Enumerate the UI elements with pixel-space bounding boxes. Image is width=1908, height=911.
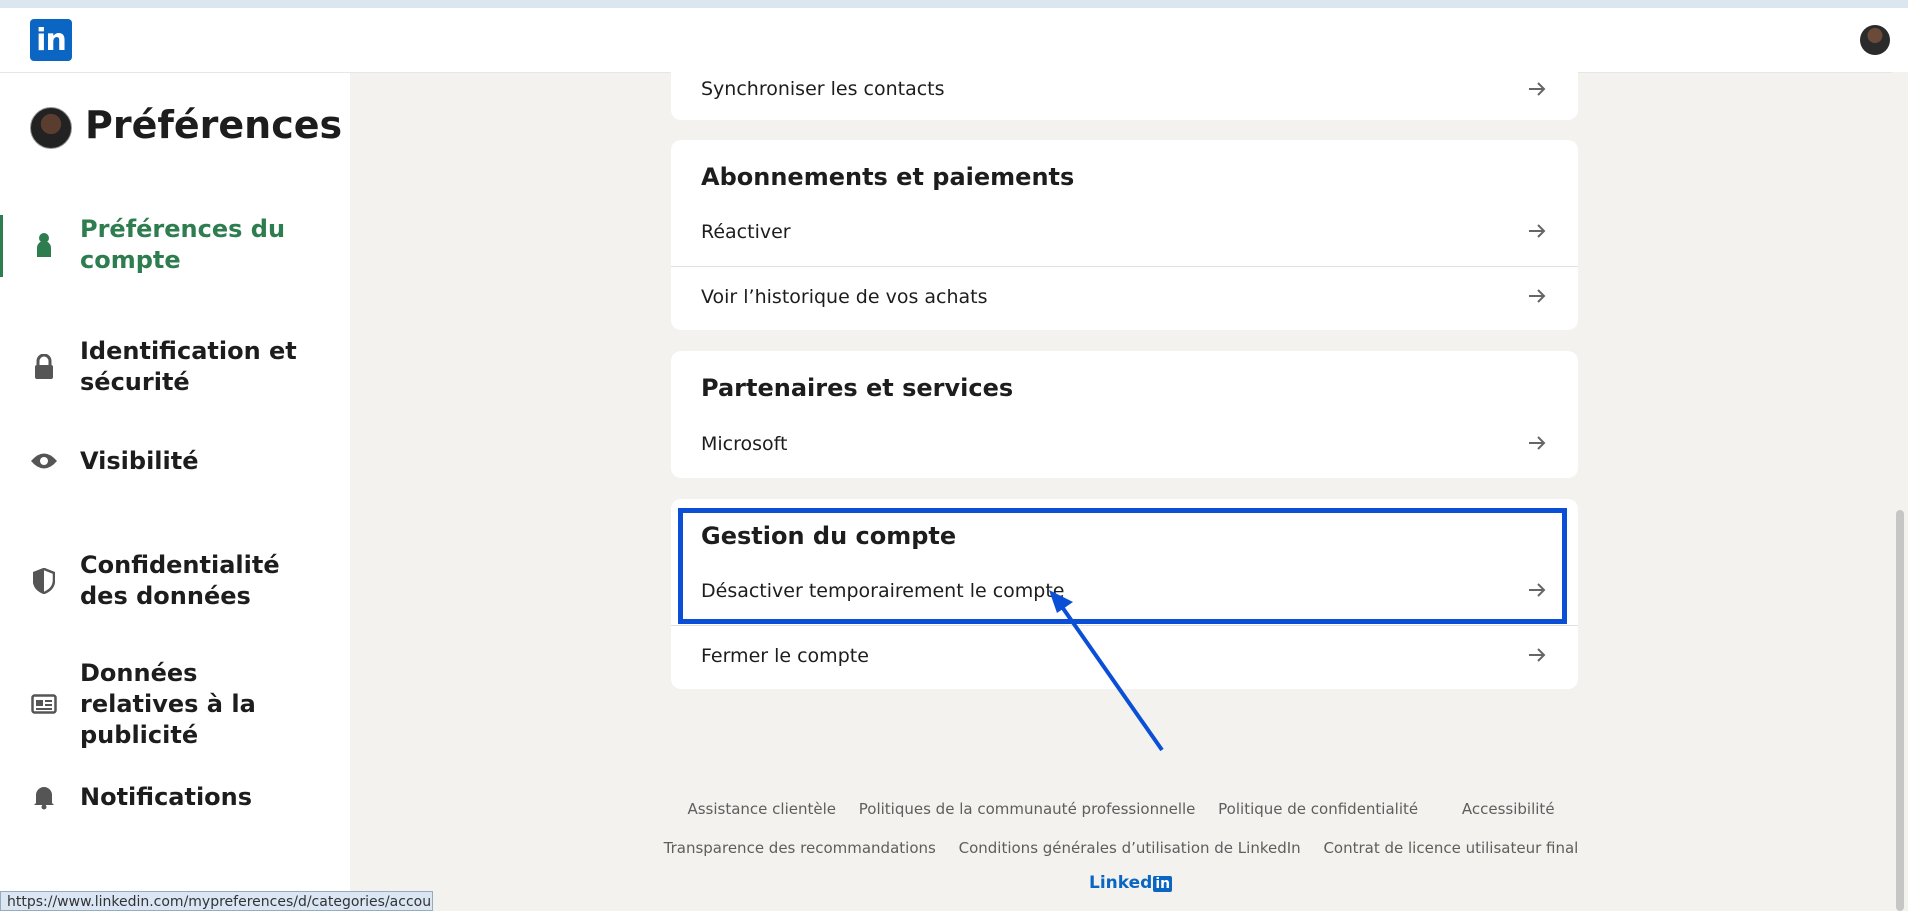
footer-link[interactable]: Transparence des recommandations	[664, 839, 936, 857]
person-icon	[30, 231, 58, 259]
avatar[interactable]	[1860, 25, 1890, 55]
eye-icon	[30, 447, 58, 475]
sidebar-avatar	[30, 107, 72, 149]
sidebar-item-data-privacy[interactable]: Confidentialité des données	[0, 545, 350, 617]
arrow-right-icon	[1529, 648, 1546, 662]
shield-icon	[30, 567, 58, 595]
section-title: Partenaires et services	[701, 374, 1014, 402]
sidebar-item-label: Notifications	[80, 782, 253, 811]
row-sync-contacts[interactable]: Synchroniser les contacts	[671, 60, 1578, 120]
newspaper-icon	[30, 690, 58, 718]
row-purchase-history[interactable]: Voir l’historique de vos achats	[671, 266, 1578, 331]
sidebar-item-label: Confidentialité des données	[80, 551, 280, 610]
sidebar-item-security[interactable]: Identification et sécurité	[0, 331, 350, 403]
page-title: Préférences	[85, 103, 343, 147]
arrow-right-icon	[1529, 583, 1546, 597]
footer-link[interactable]: Accessibilité	[1462, 800, 1555, 818]
browser-status-url: https://www.linkedin.com/mypreferences/d…	[0, 891, 433, 911]
arrow-right-icon	[1529, 436, 1546, 450]
footer-links-row1: Assistance clientèle Politiques de la co…	[350, 800, 1892, 818]
scrollbar-thumb[interactable]	[1896, 510, 1904, 911]
bell-icon	[30, 783, 58, 811]
row-deactivate-account[interactable]: Désactiver temporairement le compte	[671, 561, 1578, 625]
footer-link[interactable]: Politique de confidentialité	[1218, 800, 1418, 818]
arrow-right-icon	[1529, 224, 1546, 238]
sidebar-item-account-preferences[interactable]: Préférences du compte	[0, 209, 350, 281]
card-sync: Synchroniser les contacts	[671, 60, 1578, 120]
row-microsoft[interactable]: Microsoft	[671, 414, 1578, 478]
footer-links-row2: Transparence des recommandations Conditi…	[350, 839, 1892, 857]
browser-top-strip	[0, 0, 1908, 8]
sidebar-item-label: Données relatives à la publicité	[80, 658, 256, 749]
card-subscriptions: Abonnements et paiements Réactiver Voir …	[671, 140, 1578, 330]
footer-linkedin-logo[interactable]: Linked in	[1089, 873, 1173, 893]
card-account-management: Gestion du compte Désactiver temporairem…	[671, 499, 1578, 689]
footer-link[interactable]: Contrat de licence utilisateur final	[1323, 839, 1578, 857]
card-partners: Partenaires et services Microsoft	[671, 351, 1578, 478]
sidebar-item-label: Identification et sécurité	[80, 337, 297, 396]
sidebar-item-visibility[interactable]: Visibilité	[0, 439, 350, 483]
footer-link[interactable]: Assistance clientèle	[687, 800, 836, 818]
footer-link[interactable]: Politiques de la communauté professionne…	[859, 800, 1196, 818]
row-reactivate[interactable]: Réactiver	[671, 202, 1578, 266]
section-title: Abonnements et paiements	[701, 163, 1075, 191]
arrow-right-icon	[1529, 82, 1546, 96]
section-title: Gestion du compte	[701, 522, 957, 550]
linkedin-logo[interactable]: in	[30, 19, 72, 61]
footer-link[interactable]: Conditions générales d’utilisation de Li…	[959, 839, 1301, 857]
sidebar: Préférences Préférences du compte Identi…	[0, 73, 350, 911]
sidebar-item-advertising-data[interactable]: Données relatives à la publicité	[0, 659, 350, 749]
sidebar-item-label: Préférences du compte	[80, 215, 286, 274]
sidebar-item-label: Visibilité	[80, 446, 199, 475]
lock-icon	[30, 353, 58, 381]
arrow-right-icon	[1529, 289, 1546, 303]
sidebar-item-notifications[interactable]: Notifications	[0, 775, 350, 819]
row-close-account[interactable]: Fermer le compte	[671, 625, 1578, 690]
